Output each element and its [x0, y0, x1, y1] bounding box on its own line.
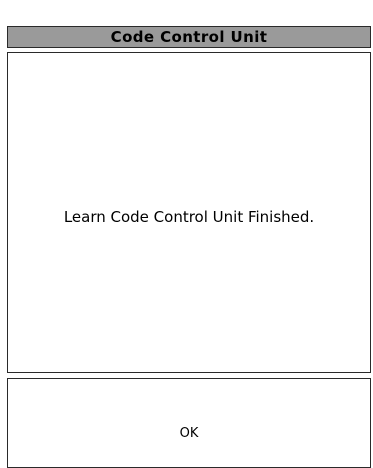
message-panel: Learn Code Control Unit Finished. — [7, 52, 371, 373]
status-message: Learn Code Control Unit Finished. — [63, 208, 315, 226]
dialog-title: Code Control Unit — [110, 28, 268, 46]
ok-button[interactable]: OK — [7, 378, 371, 468]
title-bar: Code Control Unit — [7, 26, 371, 48]
ok-button-label: OK — [179, 426, 199, 441]
dialog-window: Code Control Unit Learn Code Control Uni… — [0, 0, 373, 468]
